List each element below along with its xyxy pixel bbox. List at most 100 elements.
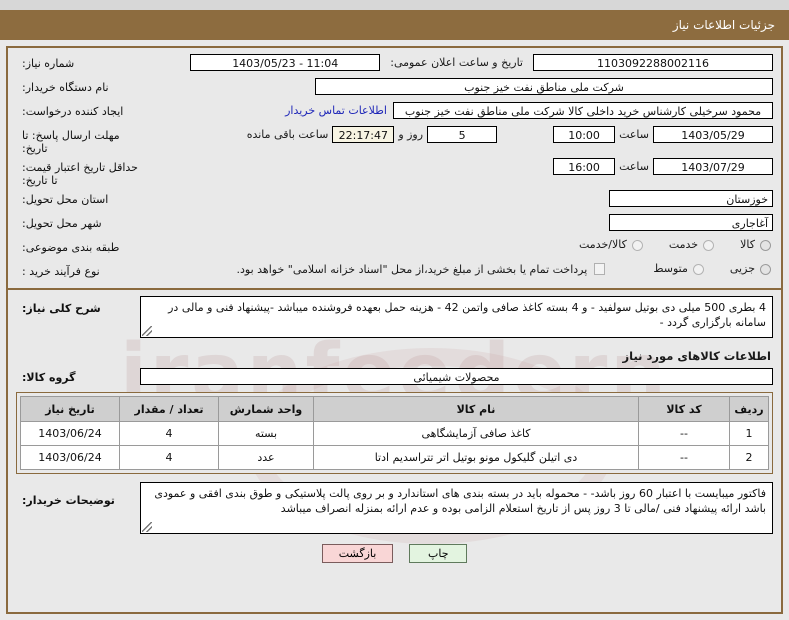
page-header: جزئیات اطلاعات نیاز	[0, 10, 789, 40]
remaining-days: 5	[427, 126, 498, 143]
resize-grip-icon[interactable]	[142, 326, 152, 336]
goods-section-title: اطلاعات کالاهای مورد نیاز	[622, 349, 771, 363]
content-frame: iranfeedern شماره نیاز: 1103092288002116…	[6, 46, 783, 614]
days-and-label: روز و	[398, 128, 424, 141]
treasury-checkbox-icon[interactable]	[594, 263, 606, 275]
row-process-type: نوع فرآیند خرید : جزیی متوسط پرداخت تمام…	[16, 262, 773, 283]
radio-option-kala[interactable]: کالا	[740, 238, 771, 252]
treasury-checkbox-group[interactable]: پرداخت تمام یا بخشی از مبلغ خرید،از محل …	[237, 263, 606, 276]
goods-section: اطلاعات کالاهای مورد نیاز گروه کالا: محص…	[8, 343, 781, 476]
province-label: استان محل تحویل:	[22, 193, 109, 206]
radio-label-motevaset: متوسط	[653, 262, 688, 275]
summary-label: شرح کلی نیاز:	[22, 302, 101, 315]
need-number-value: 1103092288002116	[533, 54, 773, 71]
announce-datetime-value: 1403/05/23 - 11:04	[190, 54, 381, 71]
row-summary: شرح کلی نیاز: 4 بطری 500 میلی دی بوتیل س…	[16, 296, 773, 338]
cell-qty: 4	[119, 421, 219, 446]
remaining-suffix: ساعت باقی مانده	[246, 128, 329, 141]
hour-label-1: ساعت	[619, 128, 649, 141]
footer-buttons: چاپ بازگشت	[16, 544, 773, 563]
radio-option-motevaset[interactable]: متوسط	[653, 262, 704, 276]
row-price-validity: حداقل تاریخ اعتبار قیمت: تا تاریخ: 1403/…	[16, 158, 773, 187]
need-number-label: شماره نیاز:	[22, 57, 75, 70]
cell-unit: بسته	[218, 421, 314, 446]
cell-date: 1403/06/24	[20, 421, 120, 446]
cell-code: --	[638, 421, 730, 446]
cell-qty: 4	[119, 445, 219, 470]
row-province: استان محل تحویل: خوزستان	[16, 190, 773, 211]
radio-label-kala-khedmat: کالا/خدمت	[579, 238, 627, 251]
page-title: جزئیات اطلاعات نیاز	[672, 18, 775, 32]
response-deadline-label: مهلت ارسال پاسخ: تا تاریخ:	[22, 129, 120, 155]
row-response-deadline: مهلت ارسال پاسخ: تا تاریخ: 1403/05/29 سا…	[16, 126, 773, 155]
city-value: آغاجاری	[609, 214, 773, 231]
radio-icon-khedmat[interactable]	[703, 239, 715, 251]
radio-option-khedmat[interactable]: خدمت	[668, 238, 715, 252]
buyer-notes-section: توضیحات خریدار: فاکتور میبایست با اعتبار…	[8, 476, 781, 565]
province-value: خوزستان	[609, 190, 773, 207]
need-details-section: شماره نیاز: 1103092288002116 تاریخ و ساع…	[8, 48, 781, 288]
requester-label: ایجاد کننده درخواست:	[22, 105, 124, 118]
treasury-checkbox-label: پرداخت تمام یا بخشی از مبلغ خرید،از محل …	[236, 262, 588, 276]
price-validity-time: 16:00	[553, 158, 616, 175]
radio-icon-kala[interactable]	[760, 239, 771, 251]
col-row: ردیف	[729, 396, 769, 422]
cell-unit: عدد	[218, 445, 314, 470]
row-goods-group: گروه کالا: محصولات شیمیائی	[16, 368, 773, 389]
cell-row: 2	[729, 445, 769, 470]
radio-label-kala: کالا	[740, 238, 755, 251]
buyer-org-label: نام دستگاه خریدار:	[22, 81, 109, 94]
col-name: نام کالا	[313, 396, 639, 422]
row-buyer-notes: توضیحات خریدار: فاکتور میبایست با اعتبار…	[16, 482, 773, 534]
announce-datetime-label: تاریخ و ساعت اعلان عمومی:	[390, 56, 523, 69]
table-row: 2 -- دی اتیلن گلیکول مونو بوتیل اتر تترا…	[20, 445, 769, 470]
col-qty: تعداد / مقدار	[119, 396, 219, 422]
goods-group-label: گروه کالا:	[22, 371, 76, 384]
goods-table-wrapper: ردیف کد کالا نام کالا واحد شمارش تعداد /…	[16, 392, 773, 474]
city-label: شهر محل تحویل:	[22, 217, 102, 230]
radio-option-jozi[interactable]: جزیی	[730, 262, 771, 276]
col-unit: واحد شمارش	[218, 396, 314, 422]
response-deadline-date: 1403/05/29	[653, 126, 773, 143]
goods-group-value: محصولات شیمیائی	[140, 368, 773, 385]
col-code: کد کالا	[638, 396, 730, 422]
radio-icon-jozi[interactable]	[760, 263, 771, 275]
col-date: تاریخ نیاز	[20, 396, 120, 422]
cell-date: 1403/06/24	[20, 445, 120, 470]
buyer-notes-label: توضیحات خریدار:	[22, 494, 115, 507]
cell-code: --	[638, 445, 730, 470]
buyer-org-value: شرکت ملی مناطق نفت خیز جنوب	[315, 78, 773, 95]
row-buyer-org: نام دستگاه خریدار: شرکت ملی مناطق نفت خی…	[16, 78, 773, 99]
row-need-number: شماره نیاز: 1103092288002116 تاریخ و ساع…	[16, 54, 773, 75]
summary-textarea[interactable]: 4 بطری 500 میلی دی بوتیل سولفید - و 4 بس…	[140, 296, 773, 338]
cell-name: دی اتیلن گلیکول مونو بوتیل اتر تتراسدیم …	[313, 445, 639, 470]
goods-table: ردیف کد کالا نام کالا واحد شمارش تعداد /…	[20, 396, 769, 470]
print-button[interactable]: چاپ	[409, 544, 468, 563]
price-validity-label: حداقل تاریخ اعتبار قیمت: تا تاریخ:	[22, 161, 138, 187]
row-requester: ایجاد کننده درخواست: محمود سرخیلی کارشنا…	[16, 102, 773, 123]
remaining-time: 22:17:47	[332, 126, 395, 143]
price-validity-date: 1403/07/29	[653, 158, 773, 175]
radio-icon-kala-khedmat[interactable]	[631, 239, 643, 251]
process-label: نوع فرآیند خرید :	[22, 265, 100, 278]
radio-option-kala-khedmat[interactable]: کالا/خدمت	[579, 238, 643, 252]
response-deadline-time: 10:00	[553, 126, 616, 143]
back-button[interactable]: بازگشت	[321, 544, 394, 563]
radio-label-khedmat: خدمت	[668, 238, 699, 251]
hour-label-2: ساعت	[619, 160, 649, 173]
row-city: شهر محل تحویل: آغاجاری	[16, 214, 773, 235]
window-topbar	[0, 0, 789, 10]
buyer-notes-textarea[interactable]: فاکتور میبایست با اعتبار 60 روز باشد- - …	[140, 482, 773, 534]
resize-grip-icon[interactable]	[142, 522, 152, 532]
buyer-contact-link[interactable]: اطلاعات تماس خریدار	[283, 104, 387, 117]
radio-icon-motevaset[interactable]	[692, 263, 704, 275]
requester-value: محمود سرخیلی کارشناس خرید داخلی کالا شرک…	[393, 102, 773, 119]
cell-name: کاغذ صافی آزمایشگاهی	[313, 421, 639, 446]
table-header-row: ردیف کد کالا نام کالا واحد شمارش تعداد /…	[20, 396, 769, 422]
app-window: جزئیات اطلاعات نیاز iranfeedern شماره نی…	[0, 0, 789, 620]
category-label: طبقه بندی موضوعی:	[22, 241, 120, 254]
radio-label-jozi: جزیی	[729, 262, 755, 275]
cell-row: 1	[729, 421, 769, 446]
row-category: طبقه بندی موضوعی: کالا خدمت کالا/خدمت	[16, 238, 773, 259]
summary-section: شرح کلی نیاز: 4 بطری 500 میلی دی بوتیل س…	[8, 290, 781, 343]
